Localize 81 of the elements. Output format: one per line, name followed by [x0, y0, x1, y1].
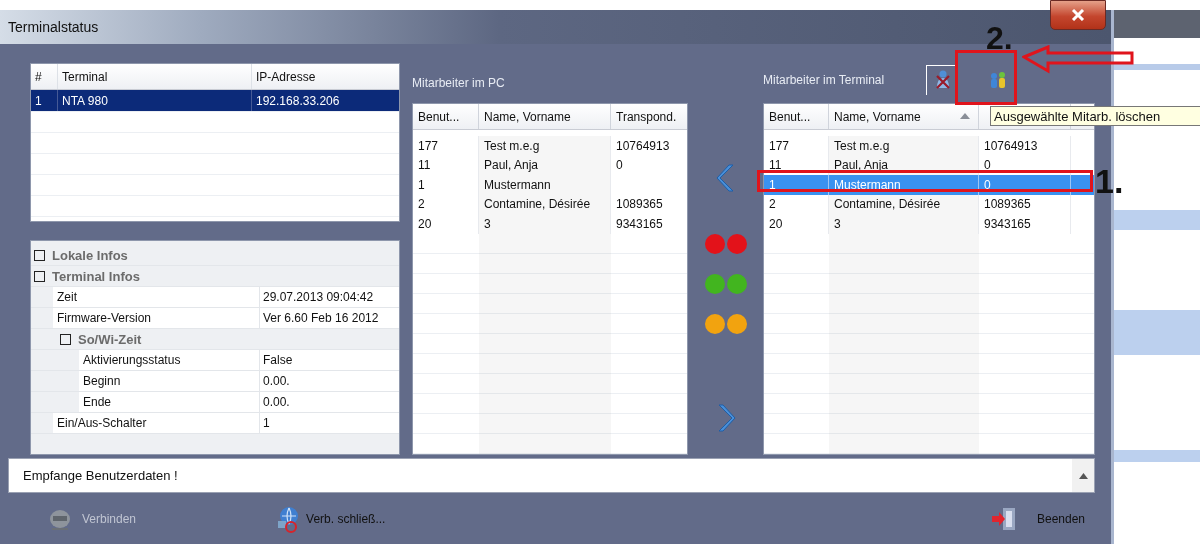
property-name: Beginn: [79, 371, 259, 391]
table-cell: 2: [769, 197, 776, 212]
panel-title: Mitarbeiter im PC: [412, 75, 506, 92]
table-cell: 0: [616, 158, 623, 173]
table-cell: Contamine, Désirée: [484, 197, 591, 212]
column-header[interactable]: Name, Vorname: [479, 104, 611, 129]
table-cell: 20: [769, 216, 783, 231]
table-cell: 1: [418, 177, 425, 192]
panel-title: Mitarbeiter im Terminal: [763, 71, 885, 89]
table-cell: 1: [769, 177, 776, 192]
expander-icon[interactable]: [34, 270, 45, 282]
table-cell: 1089365: [616, 197, 663, 212]
expander-icon[interactable]: [34, 249, 45, 261]
table-cell: 2: [418, 197, 425, 212]
property-value: 0.00.: [259, 392, 399, 412]
tooltip: Ausgewählte Mitarb. löschen: [990, 106, 1200, 126]
table-cell: Paul, Anja: [484, 158, 539, 173]
column-header[interactable]: Transpond.: [611, 104, 687, 129]
column-header[interactable]: Terminal: [58, 64, 252, 89]
property-value: False: [259, 350, 399, 370]
property-name: Ein/Aus-Schalter: [53, 413, 259, 433]
caret-up-icon: [1078, 472, 1088, 479]
sort-icon: [960, 113, 970, 119]
table-cell: NTA 980: [58, 90, 252, 111]
close-icon: [1071, 9, 1085, 21]
annotation-frame: [955, 50, 1017, 105]
terminal-row[interactable]: 1 NTA 980 192.168.33.206: [31, 90, 399, 112]
table-cell: 9343165: [984, 216, 1031, 231]
expander-icon[interactable]: [60, 333, 71, 345]
table-cell: 1089365: [984, 197, 1031, 212]
window-title: Terminalstatus: [8, 19, 99, 35]
table-cell: 3: [484, 216, 491, 231]
property-name: Aktivierungsstatus: [79, 350, 259, 370]
table-cell: 177: [769, 138, 790, 153]
table-cell: 1: [31, 90, 58, 111]
table-cell: 10764913: [984, 138, 1038, 153]
table-cell: 0: [984, 158, 991, 173]
employee-row[interactable]: 20 3 9343165: [413, 214, 687, 234]
table-cell: 11: [769, 158, 782, 173]
toolbar-button[interactable]: Verb. schließ...: [272, 502, 390, 535]
property-value: 1: [259, 413, 399, 433]
property-value: Ver 6.60 Feb 16 2012: [259, 308, 399, 328]
employee-row[interactable]: 20 3 9343165: [764, 214, 1094, 234]
category-label: So/Wi-Zeit: [78, 331, 142, 347]
employee-row[interactable]: 177 Test m.e.g 10764913: [413, 136, 687, 156]
toolbar-button[interactable]: Beenden: [986, 503, 1089, 534]
employee-row[interactable]: 1 Mustermann: [413, 175, 687, 195]
table-cell: 0: [984, 177, 991, 192]
annotation-number: 2.: [986, 20, 1013, 56]
table-cell: Test m.e.g: [484, 138, 540, 153]
employee-row[interactable]: 11 Paul, Anja 0: [413, 155, 687, 175]
scroll-up-button[interactable]: [1072, 459, 1094, 492]
employee-row[interactable]: 2 Contamine, Désirée 1089365: [413, 194, 687, 214]
column-header[interactable]: Name, Vorname: [829, 104, 979, 129]
table-cell: 9343165: [616, 216, 663, 231]
column-header[interactable]: Benut...: [764, 104, 829, 129]
column-header[interactable]: Benut...: [413, 104, 479, 129]
employee-row[interactable]: 2 Contamine, Désirée 1089365: [764, 194, 1094, 214]
user-remove-icon: [933, 70, 952, 90]
table-cell: 20: [418, 216, 432, 231]
table-cell-text: 192.168.33.206: [255, 92, 341, 110]
status-message: Empfange Benutzerdaten !: [22, 468, 179, 483]
table-cell: 10764913: [616, 138, 670, 153]
table-cell: 177: [418, 138, 439, 153]
property-name: Ende: [79, 392, 259, 412]
column-header[interactable]: IP-Adresse: [252, 64, 399, 89]
column-header[interactable]: #: [31, 64, 58, 89]
table-cell: Contamine, Désirée: [834, 197, 941, 212]
table-cell: Test m.e.g: [834, 138, 890, 153]
table-cell: Mustermann: [834, 177, 901, 192]
property-name: Zeit: [53, 287, 259, 307]
table-cell: 3: [834, 216, 841, 231]
property-value: 0.00.: [259, 371, 399, 391]
property-name: Firmware-Version: [53, 308, 259, 328]
property-value: 29.07.2013 09:04:42: [259, 287, 399, 307]
close-button[interactable]: [1050, 0, 1106, 30]
table-cell: Mustermann: [484, 177, 551, 192]
employee-row[interactable]: 177 Test m.e.g 10764913: [764, 136, 1094, 156]
category-label: Lokale Infos: [52, 247, 128, 263]
table-cell: 11: [418, 158, 431, 173]
category-label: Terminal Infos: [52, 268, 140, 284]
